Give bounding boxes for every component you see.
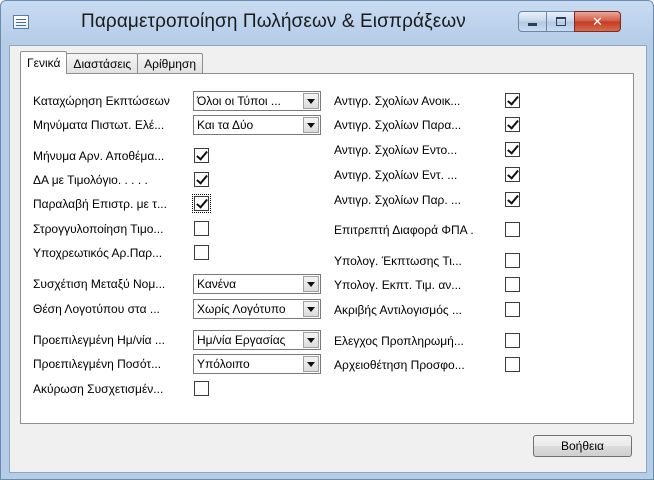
archive-quotes-row: Αρχειοθέτηση Προσφο... bbox=[334, 355, 524, 375]
copy-ento-checkbox[interactable] bbox=[505, 142, 520, 157]
prepay-check-checkbox[interactable] bbox=[505, 333, 520, 348]
return-receipt-label: Παραλαβή Επιστρ. με τ... bbox=[33, 197, 167, 211]
cancel-linked-label: Ακύρωση Συσχετισμέν... bbox=[33, 382, 164, 396]
calc-disc-label: Υπολογ. Έκπτωσης Τι... bbox=[334, 254, 462, 268]
vat-diff-row: Επιτρεπτή Διαφορά ΦΠΑ . bbox=[334, 220, 524, 240]
caption-buttons: ✕ bbox=[518, 11, 621, 32]
archive-quotes-label: Αρχειοθέτηση Προσφο... bbox=[334, 358, 465, 372]
copy-par-checkbox[interactable] bbox=[505, 192, 520, 207]
credit-messages-row: Μηνύματα Πιστωτ. Ελέ... Και τα Δύο bbox=[33, 115, 333, 135]
minimize-button[interactable] bbox=[518, 11, 547, 32]
discount-posting-row: Καταχώρηση Εκπτώσεων Όλοι οι Τύποι ... bbox=[33, 91, 333, 111]
rounding-label: Στρογγυλοποίηση Τιμο... bbox=[33, 222, 164, 236]
archive-quotes-checkbox[interactable] bbox=[505, 357, 520, 372]
copy-para-checkbox[interactable] bbox=[505, 117, 520, 132]
currency-link-value: Κανένα bbox=[197, 277, 237, 291]
mandatory-ref-checkbox[interactable] bbox=[194, 245, 209, 260]
calc-disc-unit-row: Υπολογ. Εκπτ. Τιμ. αν... bbox=[334, 275, 524, 295]
logo-position-select[interactable]: Χωρίς Λογότυπο bbox=[193, 299, 321, 319]
default-qty-value: Υπόλοιπο bbox=[197, 357, 250, 371]
help-button[interactable]: Βοήθεια bbox=[533, 435, 632, 457]
tab-dimensions[interactable]: Διαστάσεις bbox=[66, 53, 139, 74]
default-qty-label: Προεπιλεγμένη Ποσότ... bbox=[33, 357, 162, 371]
logo-position-label: Θέση Λογοτύπου στα ... bbox=[33, 302, 160, 316]
prepay-check-row: Ελεγχος Προπληρωμή... bbox=[334, 331, 524, 351]
dialog-client: Γενικά Διαστάσεις Αρίθμηση Καταχώρηση Εκ… bbox=[9, 45, 647, 473]
copy-open-label: Αντιγρ. Σχολίων Ανοικ... bbox=[334, 94, 461, 108]
logo-position-row: Θέση Λογοτύπου στα ... Χωρίς Λογότυπο bbox=[33, 299, 333, 319]
exact-reversal-checkbox[interactable] bbox=[505, 302, 520, 317]
default-date-label: Προεπιλεγμένη Ημ/νία ... bbox=[33, 333, 165, 347]
da-invoice-checkbox[interactable] bbox=[194, 172, 209, 187]
default-qty-row: Προεπιλεγμένη Ποσότ... Υπόλοιπο bbox=[33, 354, 333, 374]
chevron-down-icon[interactable] bbox=[303, 332, 319, 348]
da-invoice-row: ΔΑ με Τιμολόγιο. . . . . bbox=[33, 170, 333, 190]
calc-disc-row: Υπολογ. Έκπτωσης Τι... bbox=[334, 251, 524, 271]
copy-open-checkbox[interactable] bbox=[505, 93, 520, 108]
copy-para-label: Αντιγρ. Σχολίων Παρα... bbox=[334, 118, 462, 132]
discount-posting-value: Όλοι οι Τύποι ... bbox=[197, 94, 281, 108]
calc-disc-unit-label: Υπολογ. Εκπτ. Τιμ. αν... bbox=[334, 278, 462, 292]
close-button[interactable]: ✕ bbox=[574, 11, 621, 32]
chevron-down-icon[interactable] bbox=[303, 301, 319, 317]
copy-open-row: Αντιγρ. Σχολίων Ανοικ... bbox=[334, 91, 524, 111]
prepay-check-label: Ελεγχος Προπληρωμή... bbox=[334, 334, 464, 348]
cancel-linked-checkbox[interactable] bbox=[194, 381, 209, 396]
copy-ento-row: Αντιγρ. Σχολίων Εντο... bbox=[334, 140, 524, 160]
default-date-value: Ημ/νία Εργασίας bbox=[197, 333, 286, 347]
copy-para-row: Αντιγρ. Σχολίων Παρα... bbox=[334, 115, 524, 135]
tab-numbering[interactable]: Αρίθμηση bbox=[137, 53, 204, 74]
window: Παραμετροποίηση Πωλήσεων & Εισπράξεων ✕ … bbox=[0, 0, 654, 480]
credit-messages-value: Και τα Δύο bbox=[197, 118, 254, 132]
default-date-row: Προεπιλεγμένη Ημ/νία ... Ημ/νία Εργασίας bbox=[33, 330, 333, 350]
default-date-select[interactable]: Ημ/νία Εργασίας bbox=[193, 330, 321, 350]
mandatory-ref-label: Υποχρεωτικός Αρ.Παρ... bbox=[33, 246, 163, 260]
discount-posting-select[interactable]: Όλοι οι Τύποι ... bbox=[193, 91, 321, 111]
vat-diff-checkbox[interactable] bbox=[505, 222, 520, 237]
maximize-icon bbox=[555, 17, 566, 26]
neg-stock-msg-checkbox[interactable] bbox=[194, 148, 209, 163]
da-invoice-label: ΔΑ με Τιμολόγιο. . . . . bbox=[33, 173, 148, 187]
mandatory-ref-row: Υποχρεωτικός Αρ.Παρ... bbox=[33, 243, 333, 263]
rounding-row: Στρογγυλοποίηση Τιμο... bbox=[33, 219, 333, 239]
credit-messages-select[interactable]: Και τα Δύο bbox=[193, 115, 321, 135]
title-bar[interactable]: Παραμετροποίηση Πωλήσεων & Εισπράξεων ✕ bbox=[1, 1, 653, 45]
close-icon: ✕ bbox=[592, 13, 603, 29]
cancel-linked-row: Ακύρωση Συσχετισμέν... bbox=[33, 379, 333, 399]
currency-link-label: Συσχέτιση Μεταξύ Νομ... bbox=[33, 277, 166, 291]
chevron-down-icon[interactable] bbox=[303, 93, 319, 109]
window-title: Παραμετροποίηση Πωλήσεων & Εισπράξεων bbox=[81, 11, 466, 32]
calc-disc-checkbox[interactable] bbox=[505, 253, 520, 268]
chevron-down-icon[interactable] bbox=[303, 117, 319, 133]
chevron-down-icon[interactable] bbox=[303, 356, 319, 372]
return-receipt-row: Παραλαβή Επιστρ. με τ... bbox=[33, 194, 333, 214]
vat-diff-label: Επιτρεπτή Διαφορά ΦΠΑ . bbox=[334, 223, 474, 237]
copy-ent-label: Αντιγρ. Σχολίων Εντ. ... bbox=[334, 168, 458, 182]
maximize-button[interactable] bbox=[546, 11, 575, 32]
copy-ento-label: Αντιγρ. Σχολίων Εντο... bbox=[334, 143, 458, 157]
neg-stock-msg-row: Μήνυμα Αρν. Αποθέμα... bbox=[33, 146, 333, 166]
chevron-down-icon[interactable] bbox=[303, 276, 319, 292]
tab-strip: Γενικά Διαστάσεις Αρίθμηση bbox=[20, 51, 204, 74]
currency-link-row: Συσχέτιση Μεταξύ Νομ... Κανένα bbox=[33, 274, 333, 294]
general-panel: Καταχώρηση Εκπτώσεων Όλοι οι Τύποι ... Μ… bbox=[20, 73, 634, 424]
currency-link-select[interactable]: Κανένα bbox=[193, 274, 321, 294]
copy-ent-row: Αντιγρ. Σχολίων Εντ. ... bbox=[334, 165, 524, 185]
rounding-checkbox[interactable] bbox=[194, 221, 209, 236]
logo-position-value: Χωρίς Λογότυπο bbox=[197, 302, 286, 316]
copy-ent-checkbox[interactable] bbox=[505, 167, 520, 182]
default-qty-select[interactable]: Υπόλοιπο bbox=[193, 354, 321, 374]
credit-messages-label: Μηνύματα Πιστωτ. Ελέ... bbox=[33, 118, 165, 132]
app-form-icon[interactable] bbox=[13, 15, 29, 29]
exact-reversal-row: Ακριβής Αντιλογισμός ... bbox=[334, 300, 524, 320]
copy-par-label: Αντιγρ. Σχολίων Παρ. ... bbox=[334, 193, 461, 207]
exact-reversal-label: Ακριβής Αντιλογισμός ... bbox=[334, 303, 462, 317]
tab-general[interactable]: Γενικά bbox=[20, 51, 68, 74]
return-receipt-checkbox[interactable] bbox=[192, 194, 211, 213]
calc-disc-unit-checkbox[interactable] bbox=[505, 277, 520, 292]
copy-par-row: Αντιγρ. Σχολίων Παρ. ... bbox=[334, 190, 524, 210]
neg-stock-msg-label: Μήνυμα Αρν. Αποθέμα... bbox=[33, 149, 165, 163]
discount-posting-label: Καταχώρηση Εκπτώσεων bbox=[33, 94, 170, 108]
minimize-icon bbox=[528, 23, 537, 26]
